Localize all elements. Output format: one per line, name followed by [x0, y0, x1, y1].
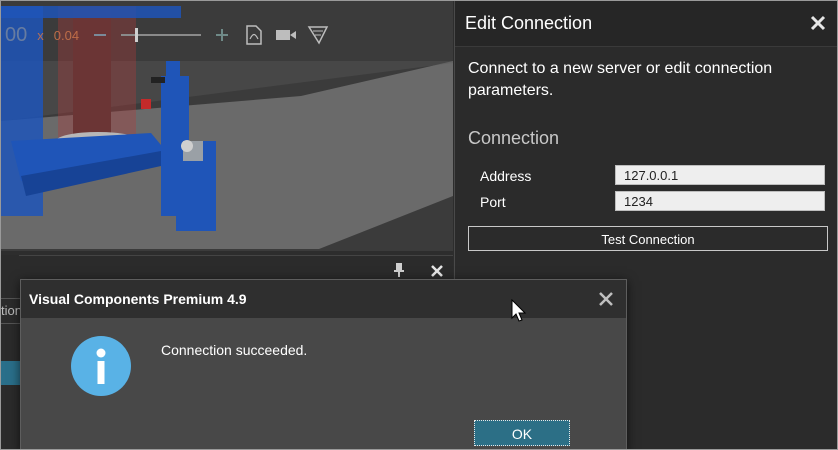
- render-mode-icon[interactable]: [307, 24, 329, 46]
- message-dialog: Visual Components Premium 4.9 Connection…: [20, 279, 627, 449]
- info-icon: [71, 336, 131, 396]
- close-icon[interactable]: [808, 13, 828, 33]
- edit-connection-description: Connect to a new server or edit connecti…: [468, 60, 773, 99]
- zoom-readout: 00: [5, 23, 28, 46]
- scale-prefix: x: [37, 27, 44, 43]
- selection-strip: [1, 361, 21, 385]
- connection-section-title: Connection: [468, 128, 560, 148]
- zoom-slider[interactable]: [121, 28, 202, 42]
- mouse-cursor-icon: [511, 298, 527, 323]
- zoom-plus-icon[interactable]: [211, 24, 233, 46]
- 3d-viewport[interactable]: 00 x 0.04: [1, 1, 453, 251]
- viewport-toolbar: 00 x 0.04: [1, 13, 377, 57]
- dialog-message: Connection succeeded.: [161, 342, 308, 358]
- video-record-icon[interactable]: [275, 24, 297, 46]
- edit-connection-panel: Edit Connection Connect to a new server …: [454, 1, 837, 281]
- zoom-minus-icon[interactable]: [89, 24, 111, 46]
- test-connection-button[interactable]: Test Connection: [468, 226, 828, 251]
- port-field[interactable]: 1234: [615, 191, 825, 211]
- edit-connection-title: Edit Connection: [465, 13, 593, 33]
- port-label: Port: [480, 194, 506, 210]
- scale-readout: 0.04: [53, 27, 80, 43]
- address-field[interactable]: 127.0.0.1: [615, 165, 825, 185]
- pdf-export-icon[interactable]: [243, 24, 265, 46]
- close-icon[interactable]: [429, 263, 445, 279]
- app-window: 00 x 0.04 Edit Connection Connect to a n…: [0, 0, 838, 450]
- close-icon[interactable]: [597, 290, 615, 308]
- dialog-titlebar[interactable]: Visual Components Premium 4.9: [21, 280, 626, 318]
- pin-icon[interactable]: [391, 262, 407, 278]
- ok-button[interactable]: OK: [474, 420, 570, 446]
- edit-connection-header: Edit Connection: [455, 1, 837, 47]
- address-label: Address: [480, 168, 532, 184]
- slider-thumb[interactable]: [135, 28, 139, 42]
- dialog-title: Visual Components Premium 4.9: [29, 291, 247, 307]
